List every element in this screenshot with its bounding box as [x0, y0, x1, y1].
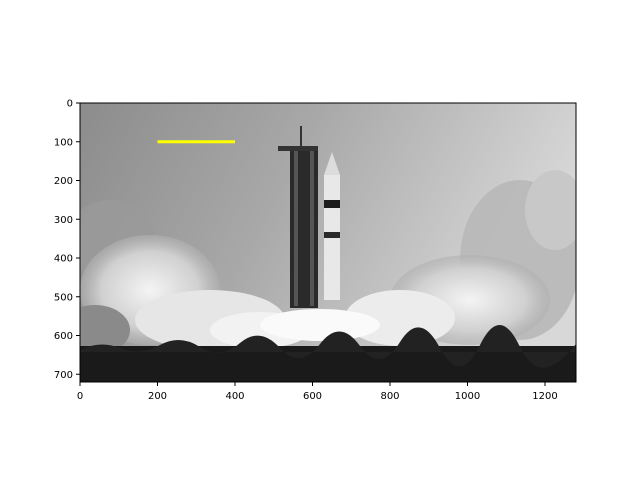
- x-tick-label: 600: [303, 391, 322, 402]
- y-tick-label: 0: [67, 99, 73, 110]
- y-tick-label: 600: [54, 331, 73, 342]
- y-tick-label: 300: [54, 215, 73, 226]
- y-tick-label: 700: [54, 370, 73, 381]
- x-axis: 0 200 400 600 800 1000 1200: [77, 382, 558, 402]
- y-tick-label: 400: [54, 254, 73, 265]
- chart-figure: 0 200 400 600 800 1000 1200 0 100 200 300 400 500 60…: [54, 99, 577, 402]
- x-tick-label: 1000: [455, 391, 480, 402]
- y-tick-label: 500: [54, 292, 73, 303]
- x-tick-label: 400: [225, 391, 244, 402]
- x-tick-label: 1200: [532, 391, 557, 402]
- x-tick-label: 800: [380, 391, 399, 402]
- y-tick-label: 200: [54, 176, 73, 187]
- y-tick-label: 100: [54, 137, 73, 148]
- launch-photo: [80, 103, 576, 382]
- x-tick-label: 200: [148, 391, 167, 402]
- y-axis: 0 100 200 300 400 500 600 700: [54, 99, 80, 381]
- x-tick-label: 0: [77, 391, 83, 402]
